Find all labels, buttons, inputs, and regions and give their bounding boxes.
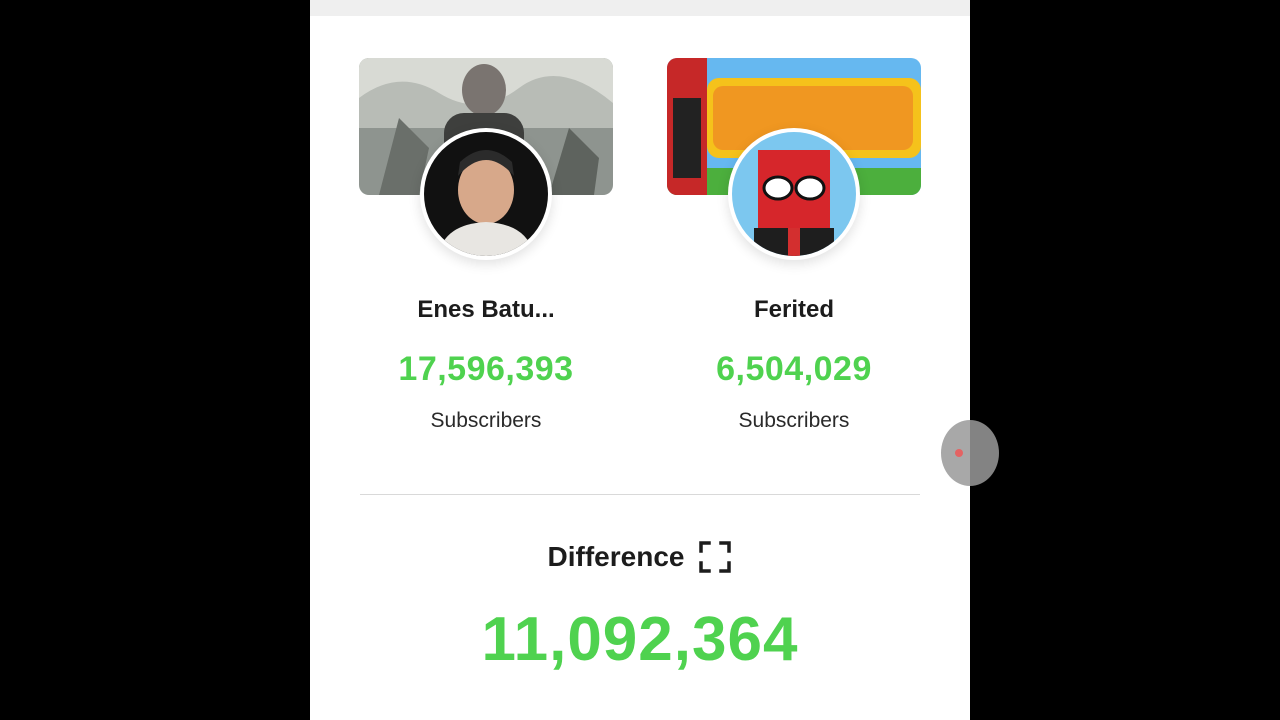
comparison-card: Enes Batu... 17,596,393 Subscribers Feri… bbox=[310, 0, 970, 720]
divider bbox=[360, 494, 920, 495]
subscribers-label: Subscribers bbox=[738, 409, 850, 432]
fullscreen-icon[interactable] bbox=[698, 540, 732, 574]
subscribers-label: Subscribers bbox=[430, 409, 542, 432]
right-black-bar bbox=[970, 0, 1280, 720]
channel-card-left[interactable]: Enes Batu... 17,596,393 Subscribers bbox=[359, 58, 613, 432]
subscriber-count: 6,504,029 bbox=[716, 350, 872, 388]
difference-header: Difference bbox=[310, 540, 970, 574]
side-floating-button[interactable] bbox=[941, 420, 999, 486]
channel-avatar-right bbox=[728, 128, 860, 260]
channel-name: Enes Batu... bbox=[417, 296, 555, 323]
subscriber-count: 17,596,393 bbox=[398, 350, 574, 388]
top-bar bbox=[310, 0, 970, 16]
difference-label: Difference bbox=[547, 541, 685, 572]
difference-value: 11,092,364 bbox=[481, 605, 799, 674]
channel-card-right[interactable]: Ferited 6,504,029 Subscribers bbox=[667, 58, 921, 432]
channel-avatar-left bbox=[420, 128, 552, 260]
channel-name: Ferited bbox=[753, 296, 834, 323]
screen: Enes Batu... 17,596,393 Subscribers Feri… bbox=[0, 0, 1280, 720]
